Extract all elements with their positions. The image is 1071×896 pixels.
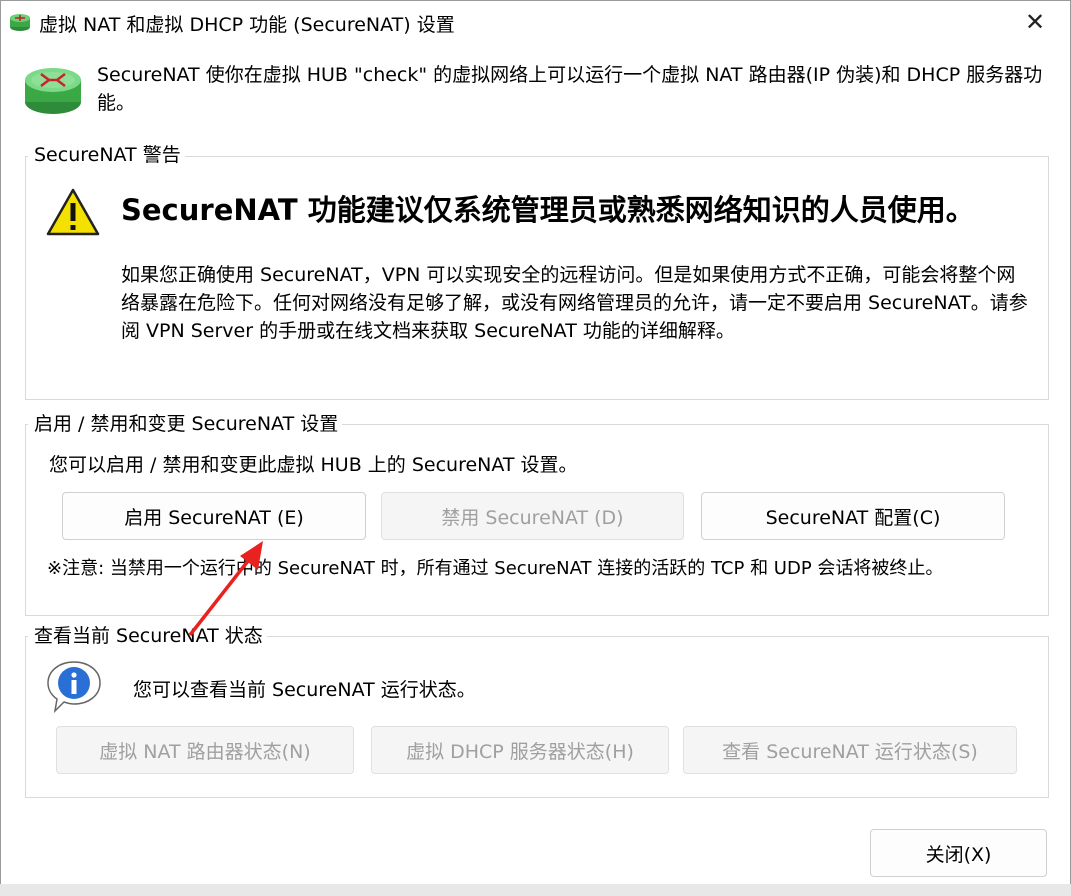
disable-securenat-button[interactable]: 禁用 SecureNAT (D) xyxy=(381,492,684,540)
close-button[interactable]: 关闭(X) xyxy=(870,829,1047,877)
securenat-settings-window: 虚拟 NAT 和虚拟 DHCP 功能 (SecureNAT) 设置 ✕ Secu… xyxy=(0,0,1071,896)
warning-group-legend: SecureNAT 警告 xyxy=(28,143,185,167)
warning-body: 如果您正确使用 SecureNAT，VPN 可以实现安全的远程访问。但是如果使用… xyxy=(121,264,1028,342)
status-group-legend: 查看当前 SecureNAT 状态 xyxy=(28,624,267,648)
warning-icon xyxy=(46,188,100,236)
intro-description: SecureNAT 使你在虚拟 HUB "check" 的虚拟网络上可以运行一个… xyxy=(97,64,1043,114)
status-description: 您可以查看当前 SecureNAT 运行状态。 xyxy=(133,679,476,701)
securenat-status-button[interactable]: 查看 SecureNAT 运行状态(S) xyxy=(683,726,1017,774)
router-icon xyxy=(25,68,81,114)
dhcp-server-status-button[interactable]: 虚拟 DHCP 服务器状态(H) xyxy=(371,726,669,774)
title-bar: 虚拟 NAT 和虚拟 DHCP 功能 (SecureNAT) 设置 ✕ xyxy=(1,1,1070,45)
window-title: 虚拟 NAT 和虚拟 DHCP 功能 (SecureNAT) 设置 xyxy=(39,14,455,36)
enable-securenat-button[interactable]: 启用 SecureNAT (E) xyxy=(62,492,366,540)
control-description: 您可以启用 / 禁用和变更此虚拟 HUB 上的 SecureNAT 设置。 xyxy=(49,454,578,476)
nat-router-status-button[interactable]: 虚拟 NAT 路由器状态(N) xyxy=(56,726,354,774)
warning-title: SecureNAT 功能建议仅系统管理员或熟悉网络知识的人员使用。 xyxy=(121,193,975,227)
control-group-legend: 启用 / 禁用和变更 SecureNAT 设置 xyxy=(28,412,343,436)
close-icon[interactable]: ✕ xyxy=(1020,7,1050,37)
securenat-config-button[interactable]: SecureNAT 配置(C) xyxy=(701,492,1005,540)
disable-warning-note: ※注意: 当禁用一个运行中的 SecureNAT 时，所有通过 SecureNA… xyxy=(47,558,944,579)
router-icon xyxy=(10,14,30,31)
background-window-strip xyxy=(0,884,1071,896)
info-icon xyxy=(47,661,101,714)
